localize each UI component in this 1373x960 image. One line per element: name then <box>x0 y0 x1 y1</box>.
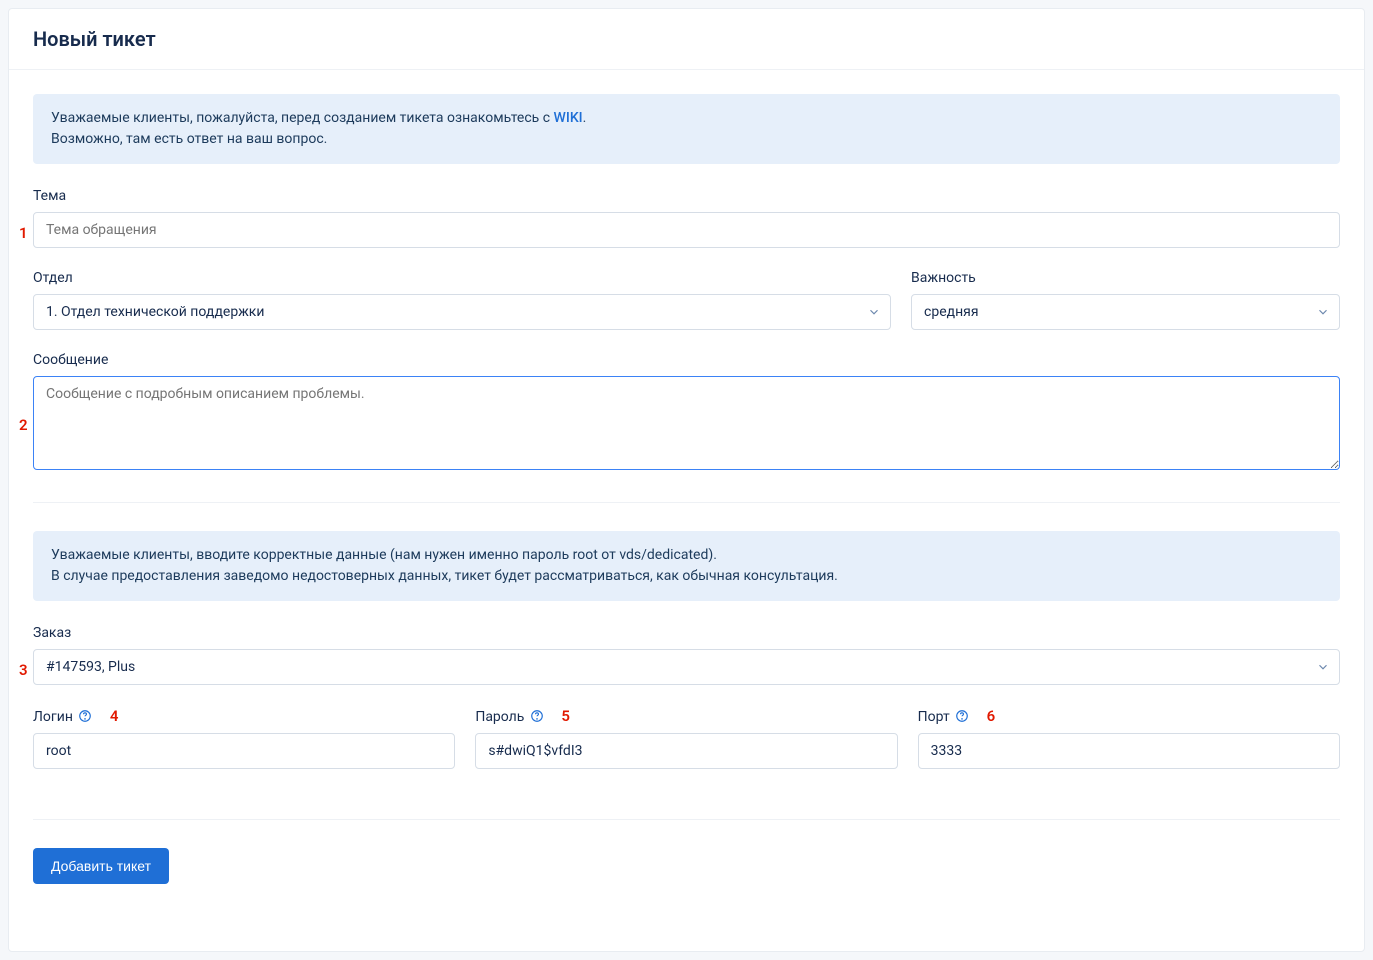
divider <box>33 502 1340 503</box>
field-priority: Важность средняя <box>911 270 1340 330</box>
login-label: Логин <box>33 709 73 725</box>
annotation-6: 6 <box>987 707 996 725</box>
port-label: Порт <box>918 709 950 725</box>
field-port: Порт 6 <box>918 707 1340 769</box>
message-label: Сообщение <box>33 352 1340 368</box>
info-box-wiki: Уважаемые клиенты, пожалуйста, перед соз… <box>33 94 1340 164</box>
annotation-3: 3 <box>19 661 28 679</box>
field-login: Логин 4 <box>33 707 455 769</box>
info-text: В случае предоставления заведомо недосто… <box>51 566 1322 587</box>
info-box-creds: Уважаемые клиенты, вводите корректные да… <box>33 531 1340 601</box>
port-input[interactable] <box>918 733 1340 769</box>
order-label: Заказ <box>33 625 1340 641</box>
info-text: Возможно, там есть ответ на ваш вопрос. <box>51 129 1322 150</box>
wiki-link[interactable]: WIKI <box>554 110 583 126</box>
department-select[interactable]: 1. Отдел технической поддержки <box>33 294 891 330</box>
password-input[interactable] <box>475 733 897 769</box>
field-department: Отдел 1. Отдел технической поддержки <box>33 270 891 330</box>
annotation-1: 1 <box>19 224 28 242</box>
annotation-2: 2 <box>19 416 28 434</box>
info-text: Уважаемые клиенты, пожалуйста, перед соз… <box>51 110 554 126</box>
priority-select[interactable]: средняя <box>911 294 1340 330</box>
page-title: Новый тикет <box>33 27 1340 51</box>
info-text: . <box>583 110 587 126</box>
help-icon[interactable] <box>78 709 92 723</box>
password-label: Пароль <box>475 709 524 725</box>
priority-label: Важность <box>911 270 1340 286</box>
help-icon[interactable] <box>530 709 544 723</box>
new-ticket-page: Новый тикет Уважаемые клиенты, пожалуйст… <box>8 8 1365 952</box>
divider <box>33 819 1340 820</box>
department-value: 1. Отдел технической поддержки <box>33 294 891 330</box>
page-content: Уважаемые клиенты, пожалуйста, перед соз… <box>9 70 1364 908</box>
annotation-4: 4 <box>110 707 119 725</box>
annotation-5: 5 <box>561 707 570 725</box>
page-header: Новый тикет <box>9 9 1364 70</box>
order-value: #147593, Plus <box>33 649 1340 685</box>
message-textarea[interactable] <box>33 376 1340 470</box>
field-subject: 1 Тема <box>33 188 1340 248</box>
login-input[interactable] <box>33 733 455 769</box>
subject-label: Тема <box>33 188 1340 204</box>
field-password: Пароль 5 <box>475 707 897 769</box>
submit-button[interactable]: Добавить тикет <box>33 848 169 884</box>
field-message: 2 Сообщение <box>33 352 1340 474</box>
department-label: Отдел <box>33 270 891 286</box>
info-text: Уважаемые клиенты, вводите корректные да… <box>51 545 1322 566</box>
order-select[interactable]: #147593, Plus <box>33 649 1340 685</box>
priority-value: средняя <box>911 294 1340 330</box>
submit-row: Добавить тикет <box>33 848 1340 884</box>
field-order: 3 Заказ #147593, Plus <box>33 625 1340 685</box>
subject-input[interactable] <box>33 212 1340 248</box>
help-icon[interactable] <box>955 709 969 723</box>
